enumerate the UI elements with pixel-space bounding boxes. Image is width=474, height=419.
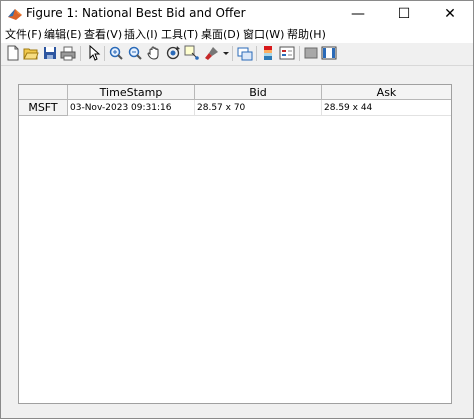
menu-view[interactable]: 查看(V)	[84, 27, 122, 43]
minimize-button[interactable]: —	[335, 1, 381, 27]
rotate-3d-icon[interactable]	[165, 45, 181, 61]
brush-icon[interactable]	[204, 45, 220, 61]
data-table[interactable]: TimeStamp Bid Ask MSFT 03-Nov-2023 09:31…	[18, 84, 452, 404]
column-header-bid[interactable]: Bid	[195, 85, 322, 100]
zoom-in-icon[interactable]	[108, 45, 124, 61]
dropdown-arrow-icon[interactable]	[222, 45, 230, 61]
menu-bar: 文件(F) 编辑(E) 查看(V) 插入(I) 工具(T) 桌面(D) 窗口(W…	[1, 27, 473, 43]
toolbar-separator	[80, 46, 81, 61]
open-file-icon[interactable]	[23, 45, 39, 61]
toolbar-separator	[299, 46, 300, 61]
table-cell-ask[interactable]: 28.59 x 44	[322, 100, 451, 116]
window-title: Figure 1: National Best Bid and Offer	[26, 6, 246, 20]
figure-toolbar	[1, 43, 473, 66]
toolbar-separator	[104, 46, 105, 61]
row-header-msft[interactable]: MSFT	[19, 100, 68, 116]
figure-canvas: TimeStamp Bid Ask MSFT 03-Nov-2023 09:31…	[3, 67, 471, 417]
title-bar[interactable]: Figure 1: National Best Bid and Offer — …	[1, 1, 473, 27]
show-plot-tools-icon[interactable]	[321, 45, 337, 61]
column-header-ask[interactable]: Ask	[322, 85, 451, 100]
maximize-button[interactable]: ☐	[381, 1, 427, 27]
pointer-icon[interactable]	[86, 45, 102, 61]
menu-desktop[interactable]: 桌面(D)	[201, 27, 240, 43]
toolbar-separator	[232, 46, 233, 61]
hide-plot-tools-icon[interactable]	[303, 45, 319, 61]
table-corner	[19, 85, 68, 100]
figure-window: Figure 1: National Best Bid and Offer — …	[0, 0, 474, 419]
menu-window[interactable]: 窗口(W)	[243, 27, 284, 43]
legend-icon[interactable]	[279, 45, 295, 61]
data-cursor-icon[interactable]	[184, 45, 200, 61]
link-plot-icon[interactable]	[237, 45, 253, 61]
toolbar-separator	[256, 46, 257, 61]
save-icon[interactable]	[42, 45, 58, 61]
table-cell-bid[interactable]: 28.57 x 70	[195, 100, 322, 116]
menu-help[interactable]: 帮助(H)	[287, 27, 326, 43]
pan-icon[interactable]	[146, 45, 162, 61]
zoom-out-icon[interactable]	[127, 45, 143, 61]
close-button[interactable]: ✕	[427, 1, 473, 27]
new-figure-icon[interactable]	[5, 45, 21, 61]
menu-insert[interactable]: 插入(I)	[124, 27, 158, 43]
column-header-timestamp[interactable]: TimeStamp	[68, 85, 195, 100]
menu-edit[interactable]: 编辑(E)	[44, 27, 82, 43]
matlab-logo-icon	[8, 9, 22, 20]
table-cell-timestamp[interactable]: 03-Nov-2023 09:31:16	[68, 100, 195, 116]
menu-file[interactable]: 文件(F)	[5, 27, 42, 43]
print-icon[interactable]	[60, 45, 76, 61]
colorbar-icon[interactable]	[260, 45, 276, 61]
menu-tools[interactable]: 工具(T)	[161, 27, 198, 43]
